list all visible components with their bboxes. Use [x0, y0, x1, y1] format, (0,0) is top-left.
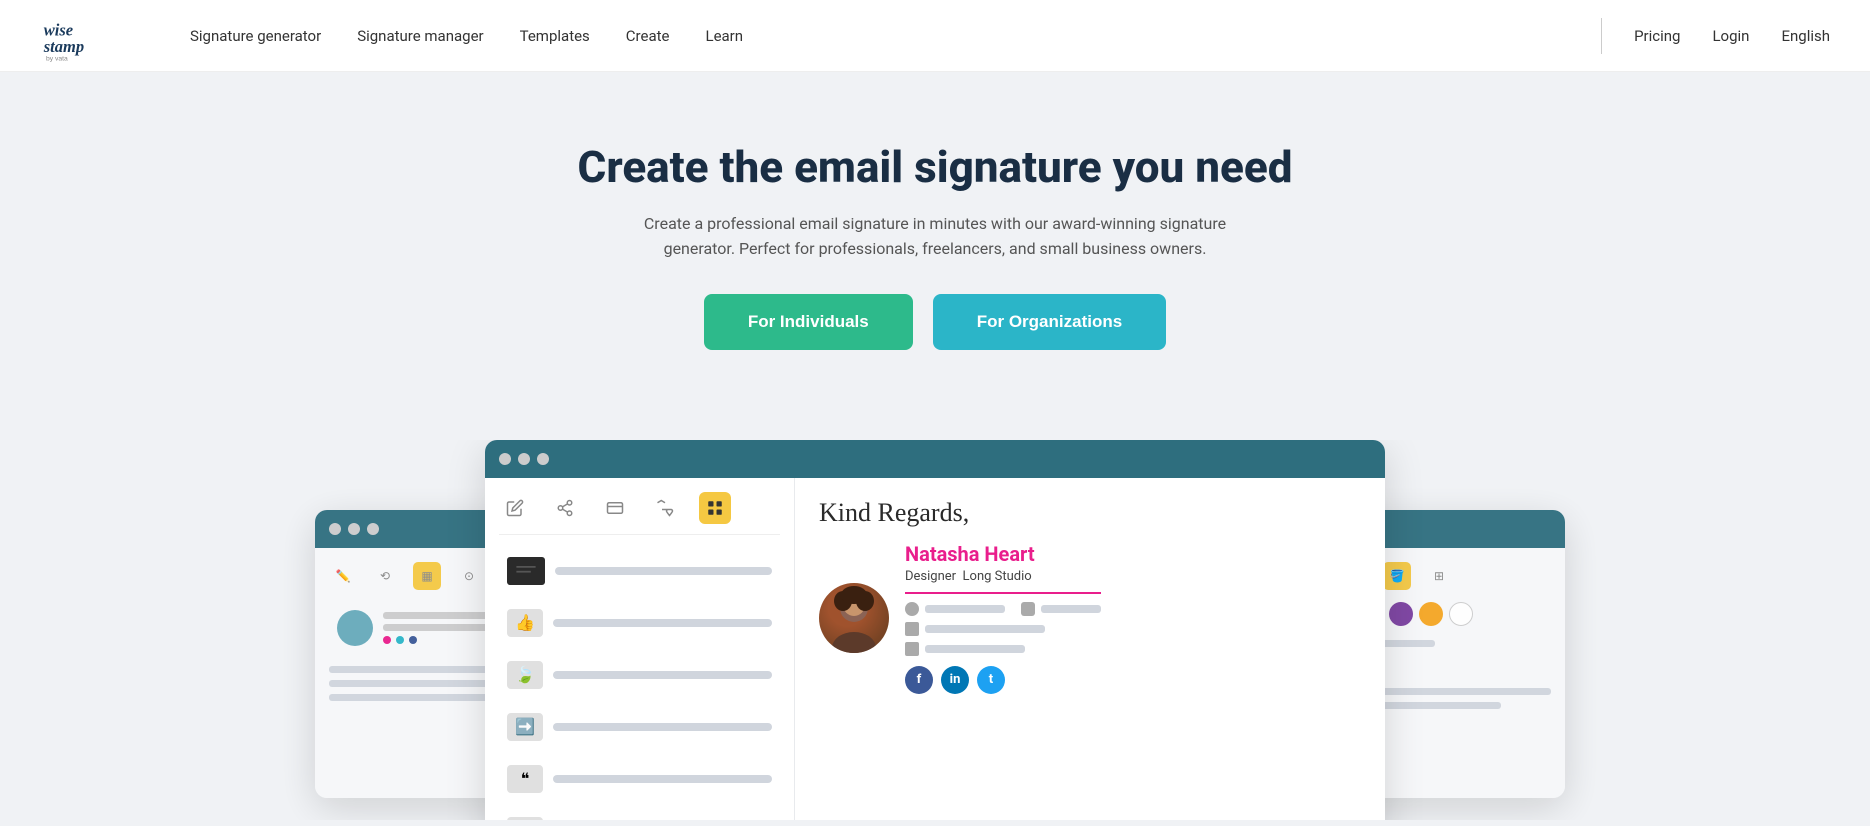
nav-login[interactable]: Login — [1712, 27, 1749, 45]
for-organizations-button[interactable]: For Organizations — [933, 294, 1166, 350]
tab-edit-icon[interactable] — [499, 492, 531, 524]
template-item-2[interactable]: 👍 — [499, 601, 780, 645]
location-line — [925, 645, 1025, 653]
center-window-body: 👍 🍃 ➡️ ❝ 📷 — [485, 478, 1385, 820]
tab-card-icon[interactable] — [599, 492, 631, 524]
nav-language[interactable]: English — [1781, 27, 1830, 45]
preview-job: Designer Long Studio — [905, 569, 1101, 584]
mini-avatar — [337, 610, 373, 646]
tab-share-icon[interactable] — [549, 492, 581, 524]
preview-greeting: Kind Regards, — [819, 498, 1361, 528]
center-main-window: 👍 🍃 ➡️ ❝ 📷 — [485, 440, 1385, 820]
dot-blue — [409, 636, 417, 644]
template-item-6[interactable]: 📷 — [499, 809, 780, 820]
linkedin-icon[interactable]: in — [941, 666, 969, 694]
for-individuals-button[interactable]: For Individuals — [704, 294, 913, 350]
phone-line — [925, 605, 1005, 613]
avatar-image — [819, 583, 889, 653]
phone-item — [905, 602, 1005, 616]
location-item — [905, 642, 1025, 656]
hero-buttons: For Individuals For Organizations — [20, 294, 1850, 350]
tab-fill-icon[interactable] — [649, 492, 681, 524]
nav-pricing[interactable]: Pricing — [1634, 27, 1680, 45]
dot-1 — [329, 523, 341, 535]
nav-divider — [1601, 18, 1602, 54]
color-white[interactable] — [1449, 602, 1473, 626]
location-icon — [905, 642, 919, 656]
template-bar-5 — [553, 775, 772, 783]
facebook-icon[interactable]: f — [905, 666, 933, 694]
phone-icon — [905, 602, 919, 616]
dot-cyan — [396, 636, 404, 644]
screenshots-area: ✏️ ⟲ ▦ ⊙ ⊞ ✓ — [0, 440, 1870, 820]
template-panel: 👍 🍃 ➡️ ❝ 📷 — [485, 478, 795, 820]
right-grid-icon[interactable]: ⊞ — [1425, 562, 1453, 590]
nav-learn[interactable]: Learn — [705, 27, 743, 45]
email-icon — [905, 622, 919, 636]
email-line — [925, 625, 1045, 633]
preview-info: Natasha Heart Designer Long Studio — [905, 542, 1101, 694]
svg-text:stamp: stamp — [43, 37, 84, 56]
mobile-line — [1041, 605, 1101, 613]
center-titlebar — [485, 440, 1385, 478]
nav-links: Signature generator Signature manager Te… — [190, 27, 1601, 45]
preview-contact-2 — [905, 622, 1101, 636]
email-item — [905, 622, 1045, 636]
preview-name: Natasha Heart — [905, 542, 1101, 566]
template-bar-3 — [553, 671, 772, 679]
template-item-4[interactable]: ➡️ — [499, 705, 780, 749]
template-item-5[interactable]: ❝ — [499, 757, 780, 801]
hero-title: Create the email signature you need — [20, 142, 1850, 193]
twitter-icon[interactable]: t — [977, 666, 1005, 694]
mini-tab-share[interactable]: ⟲ — [371, 562, 399, 590]
mini-tab-fill[interactable]: ⊙ — [455, 562, 483, 590]
nav-right: Pricing Login English — [1601, 18, 1830, 54]
dot-c1 — [499, 453, 511, 465]
dot-red — [383, 636, 391, 644]
template-bar-4 — [553, 723, 772, 731]
logo[interactable]: wise stamp by vata — [40, 7, 130, 65]
color-purple[interactable] — [1389, 602, 1413, 626]
signature-preview-panel: Kind Regards, — [795, 478, 1385, 820]
template-item-1[interactable] — [499, 549, 780, 593]
navbar: wise stamp by vata Signature generator S… — [0, 0, 1870, 72]
template-item-3[interactable]: 🍃 — [499, 653, 780, 697]
preview-avatar-row: Natasha Heart Designer Long Studio — [819, 542, 1361, 694]
tab-icon-row — [499, 492, 780, 535]
nav-signature-manager[interactable]: Signature manager — [357, 27, 483, 45]
template-bar-1 — [555, 567, 772, 575]
hero-subtitle: Create a professional email signature in… — [625, 211, 1245, 262]
preview-contact — [905, 602, 1101, 616]
nav-create[interactable]: Create — [626, 27, 670, 45]
color-orange[interactable] — [1419, 602, 1443, 626]
mini-tab-template[interactable]: ▦ — [413, 562, 441, 590]
template-bar-2 — [553, 619, 772, 627]
mini-tab-edit[interactable]: ✏️ — [329, 562, 357, 590]
dot-2 — [348, 523, 360, 535]
mobile-icon — [1021, 602, 1035, 616]
dot-3 — [367, 523, 379, 535]
preview-avatar — [819, 583, 889, 653]
template-thumb-4: ➡️ — [507, 713, 543, 741]
template-thumb-6: 📷 — [507, 817, 543, 820]
preview-social-row: f in t — [905, 666, 1101, 694]
dot-c2 — [518, 453, 530, 465]
svg-text:by vata: by vata — [46, 55, 68, 62]
template-thumb-2: 👍 — [507, 609, 543, 637]
template-thumb-3: 🍃 — [507, 661, 543, 689]
template-thumb-5: ❝ — [507, 765, 543, 793]
preview-contact-3 — [905, 642, 1101, 656]
right-fill-icon[interactable]: 🪣 — [1383, 562, 1411, 590]
mobile-item — [1021, 602, 1101, 616]
preview-divider — [905, 592, 1101, 594]
nav-templates[interactable]: Templates — [520, 27, 590, 45]
template-thumb-1 — [507, 557, 545, 585]
tab-grid-icon[interactable] — [699, 492, 731, 524]
nav-signature-generator[interactable]: Signature generator — [190, 27, 321, 45]
hero-section: Create the email signature you need Crea… — [0, 72, 1870, 440]
dot-c3 — [537, 453, 549, 465]
